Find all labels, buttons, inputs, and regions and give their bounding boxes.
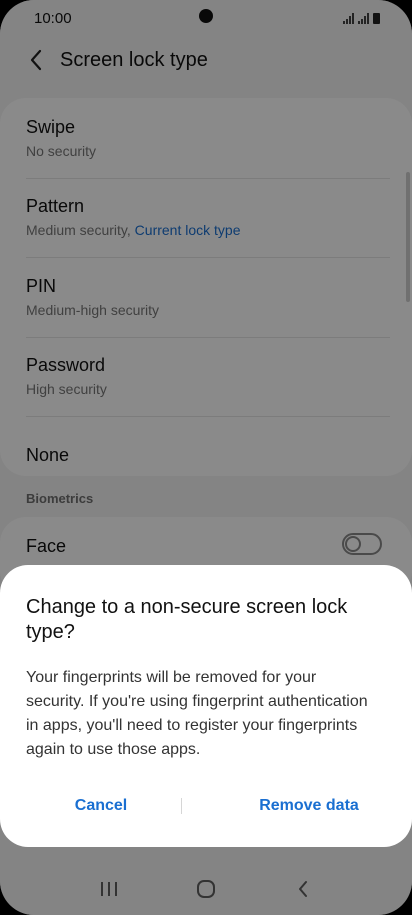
phone-screen: 10:00 Screen lock type Swipe No security… <box>0 0 412 915</box>
remove-data-button[interactable]: Remove data <box>206 797 412 815</box>
dialog-title: Change to a non-secure screen lock type? <box>26 596 348 643</box>
cancel-button[interactable]: Cancel <box>0 797 206 815</box>
navigation-bar <box>0 862 412 915</box>
home-icon <box>196 879 215 898</box>
non-secure-lock-dialog: Change to a non-secure screen lock type?… <box>0 565 412 847</box>
nav-back-icon <box>299 880 308 897</box>
recents-icon <box>100 881 117 896</box>
home-button[interactable] <box>182 869 230 909</box>
action-divider <box>181 798 182 814</box>
recents-button[interactable] <box>85 869 133 909</box>
dialog-actions: Cancel Remove data <box>0 786 412 826</box>
dialog-message: Your fingerprints will be removed for yo… <box>26 669 368 758</box>
nav-back-button[interactable] <box>279 869 327 909</box>
